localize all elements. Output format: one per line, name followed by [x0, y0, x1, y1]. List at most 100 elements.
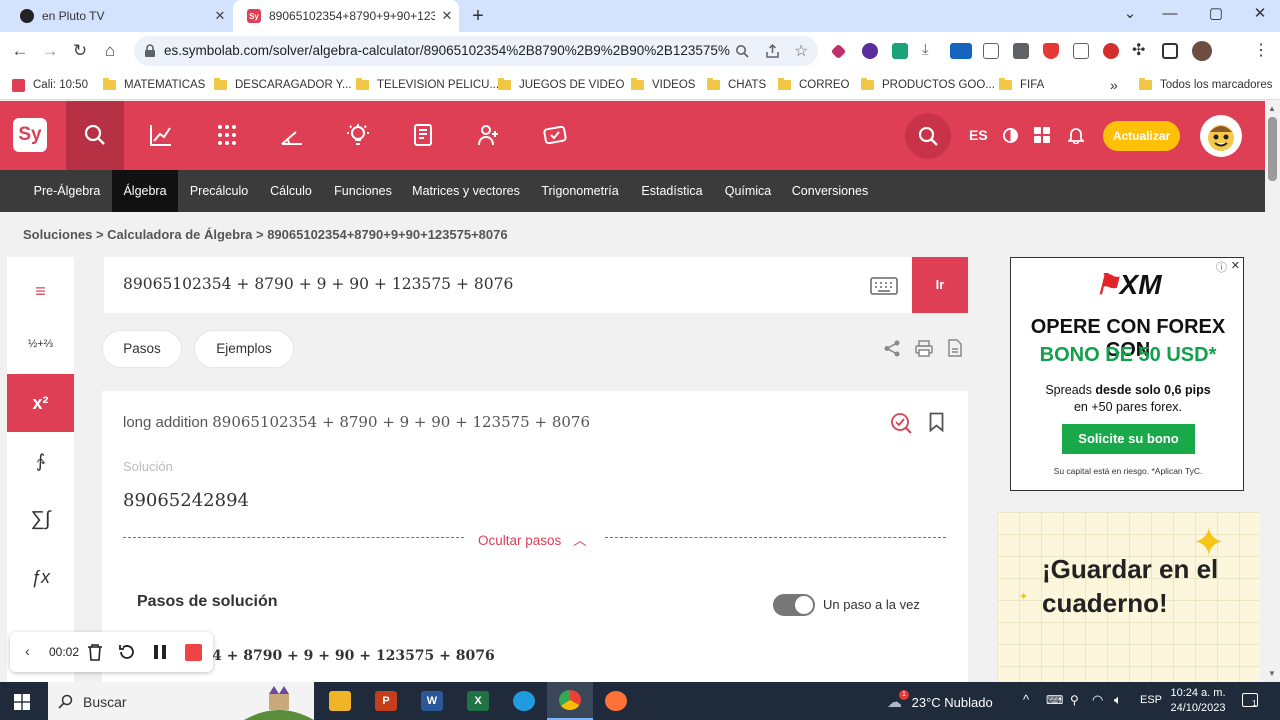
subject-pre-algebra[interactable]: Pre-Álgebra	[23, 170, 111, 212]
calculator-icon[interactable]	[215, 123, 239, 147]
bookmark-icon[interactable]	[929, 412, 944, 432]
taskbar-word[interactable]: W	[409, 682, 455, 720]
taskbar-edge[interactable]	[501, 682, 547, 720]
keyboard-icon[interactable]	[870, 277, 898, 295]
subject-chemistry[interactable]: Química	[717, 170, 779, 212]
menu-dots-icon[interactable]: ⋮	[1253, 40, 1269, 60]
notification-center-icon[interactable]: 1	[1242, 693, 1258, 708]
bookmark-folder[interactable]: FIFA	[999, 77, 1044, 93]
subject-calculus[interactable]: Cálculo	[262, 170, 320, 212]
bookmark-folder[interactable]: TELEVISION PELICU...	[356, 77, 499, 93]
expression-input-value[interactable]: 89065102354 + 8790 + 9 + 90 + 123575 + 8…	[123, 275, 513, 293]
back-arrow-icon[interactable]: ←	[9, 40, 31, 62]
bell-icon[interactable]	[1068, 126, 1084, 144]
subject-algebra-active[interactable]: Álgebra	[112, 170, 178, 212]
tray-speaker-icon[interactable]: 🔈︎	[1114, 692, 1122, 708]
new-tab-button[interactable]: +	[466, 4, 490, 28]
bookmark-cali[interactable]: Cali: 10:50	[12, 77, 88, 93]
shield-icon[interactable]	[1043, 43, 1059, 59]
restart-icon[interactable]	[118, 643, 136, 661]
taskbar-explorer[interactable]	[317, 682, 363, 720]
tab-search-button[interactable]: ⌄	[1108, 0, 1152, 30]
search-button[interactable]	[905, 113, 951, 159]
extension-diamond-icon[interactable]	[830, 43, 847, 60]
expression-input[interactable]: 89065102354 + 8790 + 9 + 90 + 123575 + 8…	[104, 257, 912, 313]
scrollbar-thumb[interactable]	[1268, 117, 1277, 181]
close-icon[interactable]: ✕	[435, 8, 459, 24]
all-bookmarks-folder[interactable]: Todos los marcadores	[1139, 77, 1273, 93]
tab-symbolab[interactable]: Sy 89065102354+8790+9+90+123575+8076 - S…	[233, 0, 459, 32]
taskbar-chrome[interactable]	[547, 682, 593, 720]
sum-icon[interactable]: ∑∫	[7, 490, 74, 548]
tray-usb-icon[interactable]: ⌨	[1046, 693, 1063, 707]
step-by-step-toggle[interactable]	[773, 594, 815, 616]
address-bar[interactable]: es.symbolab.com/solver/algebra-calculato…	[134, 36, 818, 66]
tray-network-icon[interactable]: ⚲	[1070, 693, 1079, 707]
side-panel-icon[interactable]	[1162, 43, 1178, 59]
extension-download-icon[interactable]	[862, 43, 878, 59]
maximize-button[interactable]: ▢	[1194, 0, 1238, 30]
geometry-icon[interactable]	[280, 123, 304, 147]
trash-icon[interactable]	[87, 643, 103, 661]
stop-recording-button[interactable]	[185, 644, 202, 661]
puzzle-icon[interactable]: ✣	[1132, 40, 1148, 59]
go-button[interactable]: Ir	[912, 257, 968, 313]
share-icon[interactable]	[884, 340, 901, 357]
bookmark-folder[interactable]: CORREO	[778, 77, 849, 93]
extension-n-icon[interactable]	[892, 43, 908, 59]
share-icon[interactable]	[765, 44, 780, 58]
chevron-left-icon[interactable]: ‹	[25, 643, 30, 659]
language-selector[interactable]: ES	[969, 127, 988, 143]
scrollbar[interactable]: ▲ ▼	[1265, 101, 1280, 682]
bookmark-folder[interactable]: DESCARAGADOR Y...	[214, 77, 352, 93]
extension-reader-icon[interactable]	[1073, 43, 1089, 59]
apps-grid-icon[interactable]	[1034, 127, 1050, 143]
bookmarks-overflow-button[interactable]: »	[1110, 77, 1118, 93]
scroll-up-icon[interactable]: ▲	[1268, 104, 1276, 113]
screenshot-icon[interactable]	[983, 43, 999, 59]
avatar[interactable]	[1200, 115, 1242, 157]
breadcrumb[interactable]: Soluciones > Calculadora de Álgebra > 89…	[23, 227, 508, 242]
url-text[interactable]: es.symbolab.com/solver/algebra-calculato…	[164, 36, 730, 66]
practice-icon[interactable]	[543, 123, 567, 147]
ad-cta-button[interactable]: Solicite su bono	[1062, 424, 1195, 454]
subject-functions[interactable]: Funciones	[326, 170, 400, 212]
taskbar-firefox[interactable]	[593, 682, 639, 720]
print-icon[interactable]	[915, 340, 933, 357]
profile-avatar[interactable]	[1192, 41, 1212, 61]
contrast-icon[interactable]	[1003, 128, 1018, 143]
windows-start-icon[interactable]	[14, 694, 30, 710]
reload-icon[interactable]: ↻	[69, 40, 91, 62]
upgrade-button[interactable]: Actualizar	[1103, 121, 1180, 151]
tray-chevron-up-icon[interactable]: ^	[1023, 692, 1029, 707]
menu-icon[interactable]: ≡	[7, 262, 74, 320]
download-icon[interactable]: ⤓	[922, 41, 938, 58]
subject-statistics[interactable]: Estadística	[634, 170, 710, 212]
symbolab-logo[interactable]: Sy	[13, 118, 47, 152]
bookmark-folder[interactable]: MATEMATICAS	[103, 77, 205, 93]
extension-new-icon[interactable]	[950, 43, 972, 59]
extension-grid-icon[interactable]	[1013, 43, 1029, 59]
bookmark-folder[interactable]: VIDEOS	[631, 77, 695, 93]
graph-icon[interactable]	[149, 123, 173, 147]
subject-precalculus[interactable]: Precálculo	[180, 170, 258, 212]
verify-icon[interactable]	[890, 412, 912, 434]
bookmark-folder[interactable]: CHATS	[707, 77, 766, 93]
minimize-button[interactable]: —	[1148, 0, 1192, 30]
notebook-promo[interactable]: ✦ ✦ ¡Guardar en el cuaderno!	[997, 512, 1260, 682]
function-icon[interactable]: ƒx	[7, 548, 74, 606]
taskbar-excel[interactable]: X	[455, 682, 501, 720]
fractions-icon[interactable]: ½+⅔	[7, 315, 74, 373]
pause-icon[interactable]	[153, 644, 167, 660]
forward-arrow-icon[interactable]: →	[39, 40, 61, 62]
bookmark-folder[interactable]: PRODUCTOS GOO...	[861, 77, 995, 93]
search-tab[interactable]	[66, 101, 124, 170]
tray-language[interactable]: ESP	[1140, 694, 1162, 706]
subject-matrices[interactable]: Matrices y vectores	[405, 170, 527, 212]
home-icon[interactable]: ⌂	[99, 40, 121, 62]
record-extension-icon[interactable]	[1103, 43, 1119, 59]
tab-examples[interactable]: Ejemplos	[194, 330, 294, 368]
tab-steps[interactable]: Pasos	[102, 330, 182, 368]
tab-pluto-tv[interactable]: en Pluto TV ✕	[6, 0, 232, 32]
close-window-button[interactable]: ✕	[1238, 0, 1280, 30]
